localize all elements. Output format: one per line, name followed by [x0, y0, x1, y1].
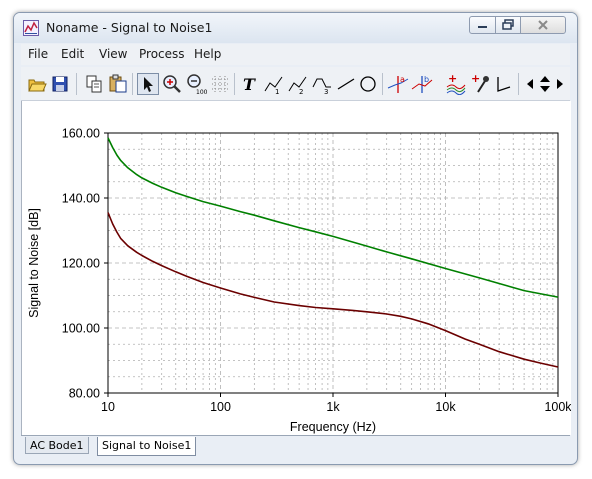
grid-button[interactable] [209, 73, 231, 95]
title-bar[interactable]: Noname - Signal to Noise1 [14, 13, 577, 43]
pointer-icon [144, 77, 153, 92]
copy-icon [86, 75, 102, 93]
signal-to-noise-chart[interactable]: 10 100 1k 10k 100k 80.00 100.00 120.00 140.00 160… [22, 101, 571, 435]
sheet-tabs: AC Bode1 Signal to Noise1 [21, 435, 570, 457]
svg-text:+: + [471, 73, 480, 85]
text-button[interactable]: T [239, 73, 261, 95]
chart-area[interactable]: 10 100 1k 10k 100k 80.00 100.00 120.00 140.00 160… [21, 101, 571, 435]
x-tick-label: 1k [326, 400, 340, 414]
tab-signal-to-noise1[interactable]: Signal to Noise1 [97, 437, 197, 456]
svg-text:a: a [400, 75, 405, 84]
open-folder-icon [28, 79, 47, 92]
tab-ac-bode1[interactable]: AC Bode1 [25, 437, 89, 454]
svg-text:3: 3 [324, 88, 328, 95]
corner-icon [497, 77, 511, 92]
pen-3-icon: 3 [312, 78, 331, 95]
svg-text:1: 1 [275, 88, 279, 95]
svg-text:2: 2 [299, 88, 303, 95]
restore-icon [502, 19, 514, 30]
open-button[interactable] [26, 73, 48, 95]
app-icon [23, 20, 39, 36]
menu-bar: File Edit View Process Help [21, 44, 570, 65]
y-tick-label: 100.00 [62, 322, 100, 336]
cursor-a-button[interactable]: a [387, 73, 409, 95]
line-icon [337, 78, 355, 90]
x-tick-label: 100k [544, 400, 571, 414]
x-tick-label: 10 [101, 400, 115, 414]
app-window: Noname - Signal to Noise1 File Edit View… [13, 12, 578, 465]
svg-text:100: 100 [196, 89, 207, 95]
paste-button[interactable] [107, 73, 129, 95]
grid-icon [212, 76, 228, 92]
add-curve-button[interactable]: + [445, 73, 467, 95]
menu-edit[interactable]: Edit [61, 47, 84, 61]
y-tick-label: 120.00 [62, 257, 100, 271]
minimize-button[interactable] [469, 16, 496, 34]
close-button[interactable] [520, 16, 566, 34]
scroll-left-button[interactable] [523, 73, 537, 95]
add-curve-icon: + [446, 73, 466, 95]
menu-view[interactable]: View [99, 47, 127, 61]
cursor-a-icon: a [387, 75, 409, 93]
cursor-b-button[interactable]: b [411, 73, 433, 95]
y-tick-label: 160.00 [62, 127, 100, 141]
pointer-button[interactable] [137, 73, 159, 95]
pen-2-button[interactable]: 2 [287, 73, 309, 95]
paste-icon [109, 74, 127, 93]
zoom-in-button[interactable] [161, 73, 183, 95]
toolbar: 100 T 1 2 3 a b + + [21, 67, 570, 101]
svg-text:b: b [424, 75, 429, 84]
y-tick-label: 80.00 [69, 387, 100, 401]
scroll-updown-button[interactable] [537, 73, 553, 95]
close-icon [538, 20, 548, 30]
pen-1-button[interactable]: 1 [263, 73, 285, 95]
corner-button[interactable] [493, 73, 515, 95]
copy-button[interactable] [83, 73, 105, 95]
save-button[interactable] [49, 73, 71, 95]
x-tick-label: 100 [210, 400, 231, 414]
circle-icon [360, 76, 376, 92]
svg-text:+: + [448, 73, 457, 85]
add-marker-icon: + [471, 73, 489, 93]
zoom-out-100-icon: 100 [187, 74, 207, 95]
save-icon [52, 76, 68, 92]
svg-text:T: T [243, 75, 256, 94]
minimize-icon [478, 26, 487, 28]
scroll-updown-icon [540, 76, 550, 92]
x-tick-label: 10k [435, 400, 456, 414]
y-tick-label: 140.00 [62, 192, 100, 206]
scroll-left-icon [527, 79, 533, 89]
zoom-out-button[interactable]: 100 [185, 73, 207, 95]
x-axis-label: Frequency (Hz) [290, 420, 376, 434]
text-icon: T [243, 75, 256, 94]
pen-2-icon: 2 [288, 76, 307, 95]
menu-help[interactable]: Help [194, 47, 221, 61]
pen-3-button[interactable]: 3 [311, 73, 333, 95]
menu-file[interactable]: File [28, 47, 48, 61]
add-marker-button[interactable]: + [469, 73, 491, 95]
pen-1-icon: 1 [264, 76, 283, 95]
scroll-right-icon [557, 79, 563, 89]
circle-button[interactable] [357, 73, 379, 95]
maximize-button[interactable] [495, 16, 521, 34]
line-button[interactable] [335, 73, 357, 95]
scroll-right-button[interactable] [553, 73, 567, 95]
zoom-in-icon [163, 75, 181, 93]
y-axis-label: Signal to Noise [dB] [27, 208, 41, 318]
cursor-b-icon: b [411, 75, 433, 93]
window-title: Noname - Signal to Noise1 [46, 20, 213, 35]
menu-process[interactable]: Process [139, 47, 185, 61]
